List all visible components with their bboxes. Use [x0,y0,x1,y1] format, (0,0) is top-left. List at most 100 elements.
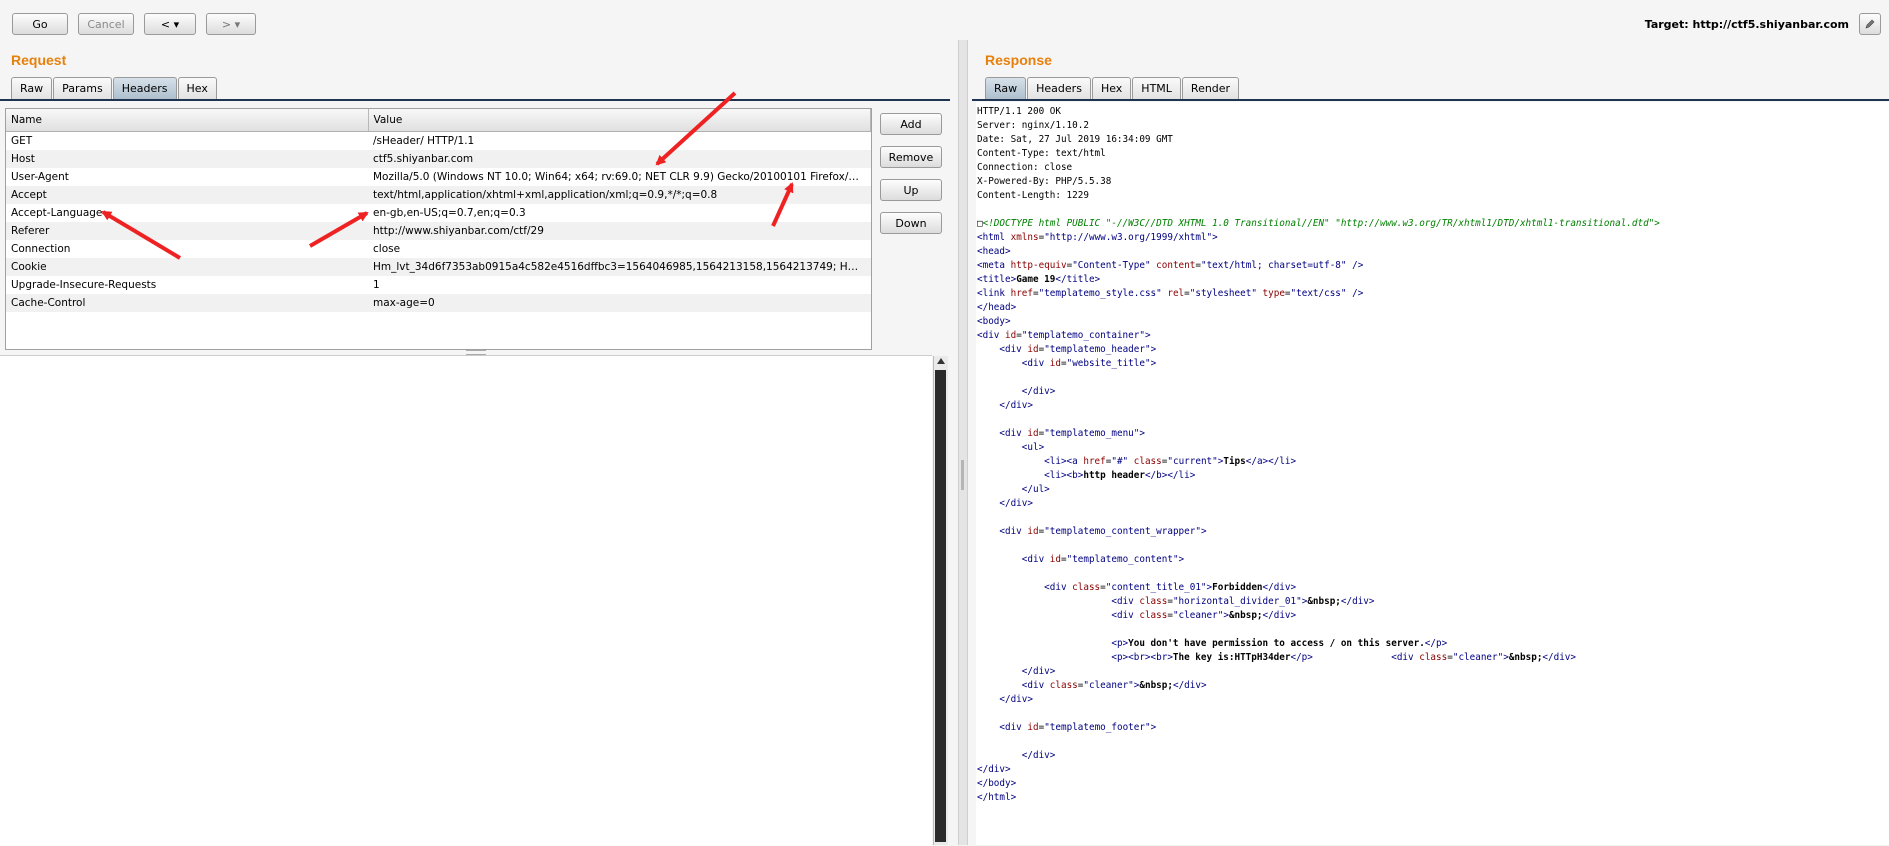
request-tab-underline [0,99,950,101]
nbsp-entity: &nbsp; [1307,596,1341,607]
meta-http-equiv-value: "Content-Type" [1072,260,1151,271]
header-value: max-age=0 [368,294,871,312]
header-id-value: "templatemo_header" [1044,344,1151,355]
a-href-value: "#" [1111,456,1129,467]
cancel-button[interactable]: Cancel [78,13,134,35]
header-value: Hm_lvt_34d6f7353ab0915a4c582e4516dffbc3=… [368,258,871,276]
forward-button[interactable]: > ▾ [206,13,256,35]
tab-html[interactable]: HTML [1132,77,1181,99]
nbsp-entity: &nbsp; [1508,652,1543,663]
response-header-line: Connection: close [977,162,1073,173]
tab-headers[interactable]: Headers [112,77,177,99]
a-class-value: "current" [1167,456,1218,467]
scroll-up-icon[interactable] [937,358,945,364]
tab-params[interactable]: Params [53,77,112,99]
header-value: 1 [373,279,380,291]
table-row[interactable]: Referer http://www.shiyanbar.com/ctf/29 [6,222,871,240]
tab-headers[interactable]: Headers [1027,77,1091,99]
forbidden-text: Forbidden [1212,582,1263,593]
header-name: Cache-Control [6,294,368,312]
content-title-class-value: "content_title_01" [1105,582,1207,593]
response-header-line: X-Powered-By: PHP/5.5.38 [977,176,1112,187]
response-header-line: Date: Sat, 27 Jul 2019 16:34:09 GMT [977,134,1173,145]
response-header-line: HTTP/1.1 200 OK [977,106,1061,117]
target-label: Target: http://ctf5.shiyanbar.com [1644,18,1849,31]
request-body-editor[interactable] [0,355,932,846]
meta-content-value: "text/html; charset=utf-8" [1200,260,1347,271]
response-tabs: Raw Headers Hex HTML Render [985,77,1240,99]
header-value: close [373,243,401,255]
header-name: Accept-Language [11,207,103,219]
response-header-line: Content-Length: 1229 [977,190,1089,201]
page-title-text: Game 19 [1016,274,1056,285]
header-name: Accept [6,186,368,204]
permission-text: You don't have permission to access / on… [1128,638,1425,649]
cleaner-class-value: "cleaner" [1083,680,1134,691]
table-row[interactable]: Host ctf5.shiyanbar.com [6,150,871,168]
nbsp-entity: &nbsp; [1139,680,1173,691]
response-header-line: Server: nginx/1.10.2 [977,120,1089,131]
doctype-line: <!DOCTYPE html PUBLIC "-//W3C//DTD XHTML… [982,218,1660,229]
cleaner-class-value: "cleaner" [1452,652,1504,663]
table-row[interactable]: Cache-Control max-age=0 [6,294,871,312]
tab-render[interactable]: Render [1181,77,1240,99]
http-header-text: http header [1083,470,1145,481]
response-tab-underline [972,99,1889,101]
tab-hex[interactable]: Hex [177,77,217,99]
menu-id-value: "templatemo_menu" [1044,428,1140,439]
table-row[interactable]: Upgrade-Insecure-Requests 1 [6,276,871,294]
content-id-value: "templatemo_content" [1066,554,1179,565]
header-name: Upgrade-Insecure-Requests [11,279,157,291]
link-type-value: "text/css" [1290,288,1347,299]
header-name: Connection [11,243,71,255]
request-headers-table: Name Value GET/sHeader/ HTTP/1.1 Host ctf… [5,108,872,350]
footer-id-value: "templatemo_footer" [1044,722,1151,733]
request-body-scrollbar[interactable] [933,356,948,845]
response-raw-text: HTTP/1.1 200 OK Server: nginx/1.10.2 Dat… [977,106,1660,803]
link-href-value: "templatemo_style.css" [1038,288,1162,299]
tips-text: Tips [1223,456,1246,467]
tab-hex[interactable]: Hex [1091,77,1132,99]
up-button[interactable]: Up [880,179,942,201]
header-value: text/html,application/xhtml+xml,applicat… [368,186,871,204]
header-value: /sHeader/ HTTP/1.1 [373,135,475,147]
table-row[interactable]: Accept text/html,application/xhtml+xml,ap… [6,186,871,204]
table-row[interactable]: User-Agent Mozilla/5.0 (Windows NT 10.0; … [6,168,871,186]
pane-divider[interactable] [958,40,968,845]
remove-button[interactable]: Remove [880,146,942,168]
add-button[interactable]: Add [880,113,942,135]
column-header-value[interactable]: Value [368,109,871,132]
column-header-name[interactable]: Name [6,109,369,132]
nbsp-entity: &nbsp; [1228,610,1263,621]
response-header-line: Content-Type: text/html [977,148,1106,159]
header-name: Host [6,150,368,168]
container-id-value: "templatemo_container" [1021,330,1145,341]
go-button[interactable]: Go [12,13,68,35]
table-row[interactable]: Cookie Hm_lvt_34d6f7353ab0915a4c582e4516d… [6,258,871,276]
tab-raw[interactable]: Raw [11,77,53,99]
table-row[interactable]: Connection close [6,240,871,258]
header-value: en-gb,en-US;q=0.7,en;q=0.3 [373,207,526,219]
request-tabs: Raw Params Headers Hex [11,77,218,99]
divider-class-value: "horizontal_divider_01" [1172,596,1302,607]
edit-target-button[interactable] [1859,13,1881,35]
table-row[interactable]: Accept-Language en-gb,en-US;q=0.7,en;q=0.… [6,204,871,222]
down-button[interactable]: Down [880,212,942,234]
header-name: GET [11,135,33,147]
request-title: Request [11,52,67,68]
cleaner-class-value: "cleaner" [1172,610,1224,621]
scrollbar-thumb[interactable] [935,370,946,842]
back-button[interactable]: < ▾ [144,13,196,35]
table-row[interactable]: GET/sHeader/ HTTP/1.1 [6,132,871,151]
header-name: Referer [6,222,368,240]
tab-raw[interactable]: Raw [985,77,1027,99]
header-value: http://www.shiyanbar.com/ctf/29 [368,222,871,240]
html-xmlns-value: "http://www.w3.org/1999/xhtml" [1044,232,1213,243]
content-wrapper-id-value: "templatemo_content_wrapper" [1044,526,1201,537]
header-value: ctf5.shiyanbar.com [368,150,871,168]
link-rel-value: "stylesheet" [1189,288,1257,299]
response-title: Response [985,52,1052,68]
header-name: Cookie [6,258,368,276]
divider-grip-icon [961,460,964,490]
header-value: Mozilla/5.0 (Windows NT 10.0; Win64; x64… [373,171,871,183]
